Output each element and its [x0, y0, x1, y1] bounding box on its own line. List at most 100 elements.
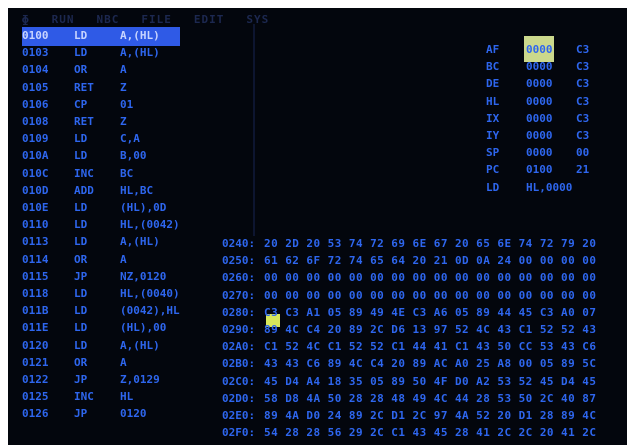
disasm-address: 011E — [22, 321, 49, 335]
register-row: HL 0000 C3 — [486, 95, 589, 108]
disasm-line[interactable]: 0110 LD HL,(0042) — [22, 218, 180, 231]
register-byte: 00 — [576, 146, 590, 160]
disasm-operand: BC — [120, 166, 134, 180]
register-value[interactable]: 0000 — [526, 146, 576, 159]
memory-row: 02A0: C1 52 4C C1 52 52 C1 44 41 C1 43 50… — [222, 340, 596, 353]
memory-bytes[interactable]: 43 43 C6 89 4C C4 20 89 AC A0 25 A8 00 0… — [264, 357, 596, 370]
menu-item-0[interactable]: ɸ — [22, 13, 30, 26]
disasm-line[interactable]: 010E LD (HL),0D — [22, 201, 166, 214]
menu-item-3[interactable]: FILE — [141, 13, 172, 26]
disasm-address: 0115 — [22, 269, 49, 283]
menu-item-5[interactable]: SYS — [246, 13, 269, 26]
disasm-opcode: LD — [74, 29, 88, 42]
disasm-opcode: OR — [74, 63, 88, 77]
disasm-line[interactable]: 0104 OR A — [22, 63, 127, 76]
memory-row: 02C0: 45 D4 A4 18 35 05 89 50 4F D0 A2 53… — [222, 375, 596, 388]
disasm-address: 0104 — [22, 63, 49, 77]
disasm-line[interactable]: 0126 JP 0120 — [22, 407, 147, 420]
memory-bytes[interactable]: C3 C3 A1 05 89 49 4E C3 A6 05 89 44 45 C… — [264, 306, 596, 319]
memory-address: 02F0: — [222, 426, 256, 440]
register-row: IX 0000 C3 — [486, 112, 589, 125]
disasm-operand: (HL),0D — [120, 201, 167, 214]
disasm-line[interactable]: 0105 RET Z — [22, 81, 127, 94]
register-value[interactable]: 0000 — [526, 77, 576, 90]
register-value[interactable]: HL,0000 — [526, 181, 576, 194]
memory-bytes[interactable]: 58 D8 4A 50 28 28 48 49 4C 44 28 53 50 2… — [264, 392, 596, 405]
disasm-line[interactable]: 010D ADD HL,BC — [22, 184, 153, 197]
disasm-opcode: RET — [74, 115, 94, 128]
disasm-line[interactable]: 0109 LD C,A — [22, 132, 140, 145]
disasm-line[interactable]: 0106 CP 01 — [22, 98, 133, 111]
disasm-line[interactable]: 0108 RET Z — [22, 115, 127, 128]
register-value[interactable]: 0000 — [526, 95, 576, 108]
disasm-operand: (HL),00 — [120, 321, 167, 335]
register-name: SP — [486, 146, 500, 160]
memory-row: 02D0: 58 D8 4A 50 28 28 48 49 4C 44 28 53… — [222, 392, 596, 405]
disasm-line[interactable]: 0100 LD A,(HL) — [22, 29, 160, 42]
register-value[interactable]: 0000 — [526, 43, 576, 56]
disasm-line[interactable]: 0115 JP NZ,0120 — [22, 270, 166, 283]
memory-bytes[interactable]: 54 28 28 56 29 2C C1 43 45 28 41 2C 2C 2… — [264, 426, 596, 439]
disasm-address: 010C — [22, 166, 49, 180]
memory-bytes[interactable]: 89 4C C4 20 89 2C D6 13 97 52 4C 43 C1 5… — [264, 323, 596, 336]
disasm-opcode: LD — [74, 46, 88, 60]
disasm-opcode: INC — [74, 390, 94, 404]
register-byte: C3 — [576, 94, 590, 108]
disasm-operand: (0042),HL — [120, 304, 180, 318]
disasm-address: 0108 — [22, 115, 49, 128]
disasm-operand: A — [120, 63, 127, 77]
disasm-line[interactable]: 0103 LD A,(HL) — [22, 46, 160, 59]
disasm-line[interactable]: 0121 OR A — [22, 356, 127, 369]
disasm-address: 0110 — [22, 218, 49, 232]
register-row: PC 0100 21 — [486, 163, 589, 176]
register-value[interactable]: 0000 — [526, 60, 576, 73]
register-byte: C3 — [576, 77, 590, 91]
register-name: IX — [486, 111, 500, 125]
disasm-address: 0109 — [22, 132, 49, 146]
disasm-line[interactable]: 011E LD (HL),00 — [22, 321, 166, 334]
memory-bytes[interactable]: 61 62 6F 72 74 65 64 20 21 0D 0A 24 00 0… — [264, 254, 596, 267]
disasm-address: 0120 — [22, 338, 49, 352]
memory-bytes[interactable]: 89 4A D0 24 89 2C D1 2C 97 4A 52 20 D1 2… — [264, 409, 596, 422]
disasm-operand: A,(HL) — [120, 46, 160, 60]
memory-bytes[interactable]: 00 00 00 00 00 00 00 00 00 00 00 00 00 0… — [264, 289, 596, 302]
disasm-line[interactable]: 010A LD B,00 — [22, 149, 147, 162]
memory-bytes[interactable]: 00 00 00 00 00 00 00 00 00 00 00 00 00 0… — [264, 271, 596, 284]
menu-item-1[interactable]: RUN — [52, 13, 75, 26]
disasm-line[interactable]: 011B LD (0042),HL — [22, 304, 180, 317]
debugger-screen: ɸ RUN NBC FILE EDIT SYS 0100 LD A,(HL) 0103 LD A,(… — [8, 8, 627, 445]
register-value[interactable]: 0100 — [526, 163, 576, 176]
disasm-operand: HL — [120, 390, 134, 404]
memory-address: 02C0: — [222, 374, 256, 388]
disasm-line[interactable]: 010C INC BC — [22, 167, 133, 180]
disasm-address: 0118 — [22, 287, 49, 300]
disasm-opcode: LD — [74, 201, 88, 214]
register-value[interactable]: 0000 — [526, 112, 576, 125]
register-name: HL — [486, 94, 500, 108]
disasm-opcode: LD — [74, 287, 88, 300]
disasm-operand: Z — [120, 115, 127, 128]
register-value[interactable]: 0000 — [526, 129, 576, 142]
memory-bytes[interactable]: 45 D4 A4 18 35 05 89 50 4F D0 A2 53 52 4… — [264, 375, 596, 388]
disasm-line[interactable]: 0118 LD HL,(0040) — [22, 287, 180, 300]
menu-item-4[interactable]: EDIT — [194, 13, 225, 26]
memory-bytes[interactable]: 20 2D 20 53 74 72 69 6E 67 20 65 6E 74 7… — [264, 237, 596, 250]
memory-row: 0250: 61 62 6F 72 74 65 64 20 21 0D 0A 24… — [222, 254, 596, 267]
disasm-operand: A — [120, 355, 127, 369]
disasm-opcode: LD — [74, 304, 88, 318]
memory-row: 0280: C3 C3 A1 05 89 49 4E C3 A6 05 89 44… — [222, 306, 596, 319]
memory-bytes[interactable]: C1 52 4C C1 52 52 C1 44 41 C1 43 50 CC 5… — [264, 340, 596, 353]
disasm-line[interactable]: 0120 LD A,(HL) — [22, 339, 160, 352]
disasm-address: 0114 — [22, 252, 49, 266]
register-row: AF 0000 C3 — [486, 43, 589, 56]
menu-item-2[interactable]: NBC — [97, 13, 120, 26]
disasm-line[interactable]: 0114 OR A — [22, 253, 127, 266]
disasm-operand: HL,(0042) — [120, 218, 180, 232]
memory-address: 02A0: — [222, 340, 256, 354]
disasm-line[interactable]: 0113 LD A,(HL) — [22, 235, 160, 248]
disasm-line[interactable]: 0122 JP Z,0129 — [22, 373, 160, 386]
memory-row: 02F0: 54 28 28 56 29 2C C1 43 45 28 41 2C… — [222, 426, 596, 439]
register-byte: C3 — [576, 111, 590, 125]
disasm-opcode: INC — [74, 166, 94, 180]
disasm-line[interactable]: 0125 INC HL — [22, 390, 133, 403]
